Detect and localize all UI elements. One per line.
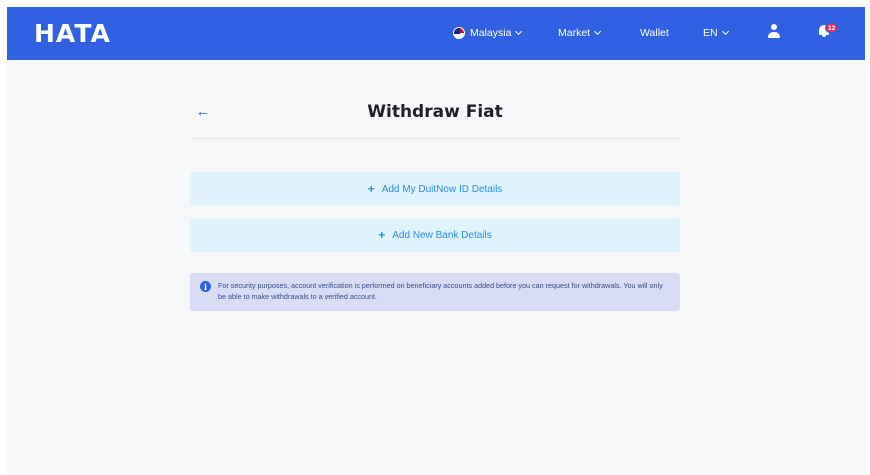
hata-logo[interactable]: HATA <box>34 16 111 50</box>
country-selector[interactable]: Malaysia <box>453 22 523 44</box>
user-icon-body <box>768 32 780 38</box>
plus-icon: + <box>367 182 375 196</box>
top-navigation-bar: HATA Malaysia Market Wallet EN 12 <box>7 7 865 60</box>
info-icon: i <box>200 281 211 292</box>
notification-badge: 12 <box>825 23 839 33</box>
add-duitnow-id-button[interactable]: + Add My DuitNow ID Details <box>190 172 680 206</box>
malaysia-flag-icon <box>453 27 465 39</box>
chevron-down-icon <box>515 27 523 36</box>
language-label: EN <box>703 27 718 39</box>
chevron-down-icon <box>721 27 729 36</box>
security-notice: i For security purposes, account verific… <box>190 273 680 311</box>
market-menu[interactable]: Market <box>558 22 602 44</box>
chevron-down-icon <box>594 27 602 36</box>
plus-icon: + <box>378 228 386 242</box>
bell-clapper <box>822 35 826 37</box>
wallet-link[interactable]: Wallet <box>640 22 669 44</box>
user-icon-head <box>771 24 777 30</box>
title-divider <box>190 138 680 139</box>
page-title: Withdraw Fiat <box>367 102 503 122</box>
wallet-label: Wallet <box>640 27 669 39</box>
language-selector[interactable]: EN <box>703 22 729 44</box>
market-label: Market <box>558 27 591 39</box>
country-label: Malaysia <box>470 27 512 39</box>
add-bank-details-label: Add New Bank Details <box>392 229 492 241</box>
user-account-icon[interactable] <box>767 24 781 40</box>
add-duitnow-id-label: Add My DuitNow ID Details <box>381 183 503 195</box>
add-bank-details-button[interactable]: + Add New Bank Details <box>190 218 680 252</box>
notification-bell-icon[interactable]: 12 <box>818 22 839 40</box>
security-notice-text: For security purposes, account verificat… <box>218 281 663 301</box>
